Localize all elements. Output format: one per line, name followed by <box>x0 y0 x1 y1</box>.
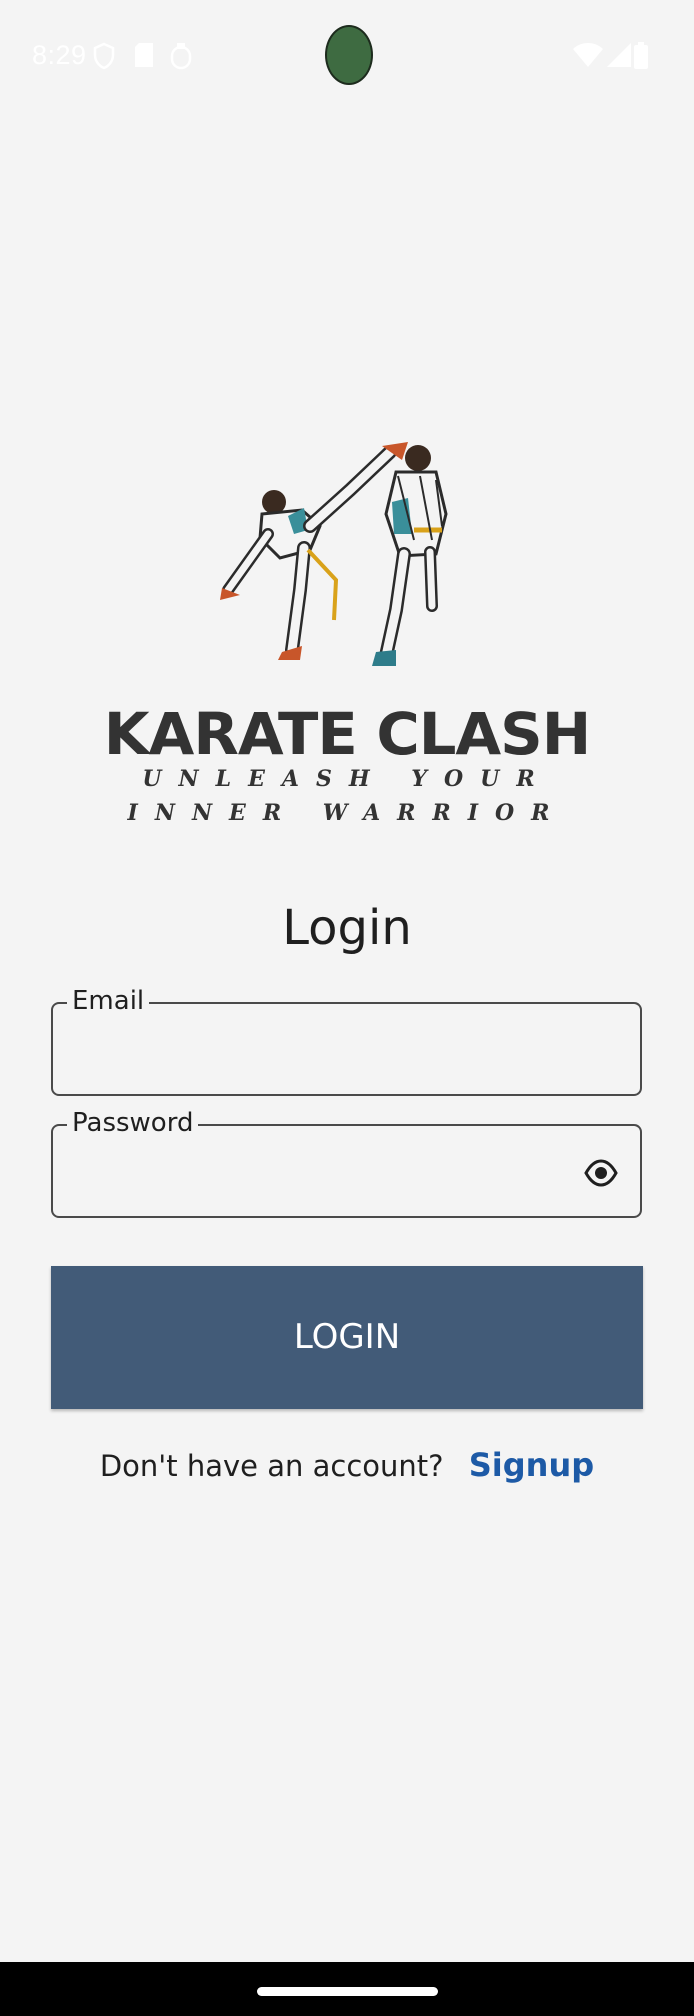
home-indicator[interactable] <box>257 1987 438 1996</box>
signup-link[interactable]: Signup <box>469 1446 594 1484</box>
circle-badge-icon <box>170 43 192 70</box>
brand-title: KARATE CLASH <box>103 700 592 768</box>
email-field[interactable]: Email <box>51 984 642 1096</box>
password-field[interactable]: Password <box>51 1106 642 1218</box>
status-time: 8:29 <box>32 40 87 70</box>
left-fighter-figure <box>220 442 408 660</box>
signup-row: Don't have an account? Signup <box>0 1446 694 1484</box>
email-field-label: Email <box>67 984 150 1018</box>
system-nav-bar <box>0 1962 694 2016</box>
status-bar: 8:29 <box>0 0 694 110</box>
login-heading: Login <box>282 900 412 956</box>
wifi-icon <box>573 43 603 67</box>
password-input[interactable] <box>71 1144 555 1202</box>
login-button[interactable]: LOGIN <box>51 1266 643 1409</box>
email-input[interactable] <box>71 1022 555 1080</box>
camera-cutout <box>325 25 373 85</box>
signal-icon <box>607 43 631 67</box>
signup-question: Don't have an account? <box>99 1449 444 1483</box>
password-field-label: Password <box>67 1106 199 1140</box>
eye-icon[interactable] <box>584 1156 618 1190</box>
battery-icon <box>634 42 648 69</box>
brand-tagline-line2: INNER WARRIOR <box>127 800 567 826</box>
right-fighter-figure <box>372 445 448 666</box>
karate-fighters-illustration <box>220 442 448 666</box>
shield-icon <box>93 42 115 70</box>
brand-tagline-line1: UNLEASH YOUR <box>142 766 552 792</box>
sim-card-icon <box>135 43 153 67</box>
